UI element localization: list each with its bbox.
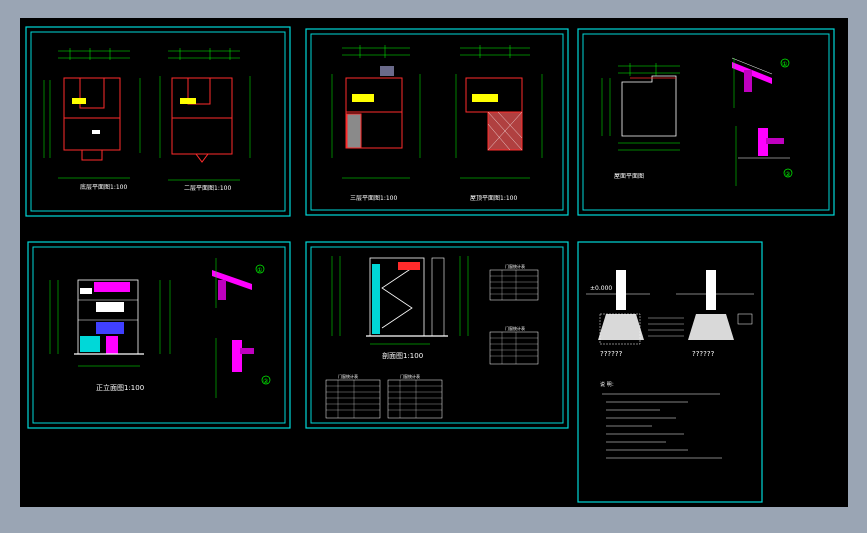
elevation-detail-marker-2: ② [263, 378, 269, 385]
svg-text:??????: ?????? [600, 350, 623, 358]
eave-detail-2: ② [735, 126, 793, 186]
elevation-detail-2: ② [215, 338, 271, 398]
eave-detail-1: ① [731, 57, 790, 108]
sheet-elevation[interactable]: 正立面图1:100 ① ② [27, 241, 291, 429]
ground-floor-plan-caption: 底层平面图1:100 [80, 183, 127, 191]
svg-text:门窗统计表: 门窗统计表 [338, 373, 358, 379]
sheet-section[interactable]: 剖面图1:100 门窗统计表 门窗统计表 门窗统计表 门窗统计表 [305, 241, 569, 429]
elevation-caption: 正立面图1:100 [96, 383, 144, 392]
svg-text:门窗统计表: 门窗统计表 [505, 325, 525, 331]
elevation-detail-marker-1: ① [257, 267, 262, 274]
door-window-table-1: 门窗统计表 [489, 263, 539, 301]
sheet-foundation-notes[interactable]: ±0.000 ?????? ?????? 说 明： [577, 241, 763, 503]
door-window-table-3: 门窗统计表 [325, 373, 381, 419]
ground-floor-plan: 底层平面图1:100 [43, 48, 141, 191]
roof-floor-plan-caption: 屋顶平面图1:100 [470, 195, 517, 202]
drawing-canvas[interactable]: 底层平面图1:100 二层平面图1:100 三层平面图1:100 屋顶平面图1:… [20, 18, 848, 507]
sheet-floor-plans-2[interactable]: 三层平面图1:100 屋顶平面图1:100 [305, 28, 569, 216]
notes-title: 说 明： [600, 381, 617, 388]
foundation-detail-2: ?????? [648, 270, 754, 358]
elevation-level-label: ±0.000 [590, 285, 612, 292]
svg-text:门窗统计表: 门窗统计表 [505, 263, 525, 269]
door-window-table-4: 门窗统计表 [387, 373, 443, 419]
detail-marker-2: ② [785, 171, 791, 178]
detail-marker-1: ① [782, 61, 787, 68]
third-floor-plan: 三层平面图1:100 [331, 45, 421, 202]
sheet-floor-plans-1[interactable]: 底层平面图1:100 二层平面图1:100 [25, 26, 291, 217]
elevation-detail-1: ① [212, 258, 265, 308]
cad-model-space[interactable]: 底层平面图1:100 二层平面图1:100 三层平面图1:100 屋顶平面图1:… [20, 18, 848, 507]
svg-text:门窗统计表: 门窗统计表 [400, 373, 420, 379]
roof-plan-caption: 屋面平面图 [614, 173, 644, 180]
door-window-table-2: 门窗统计表 [489, 325, 539, 365]
building-section: 剖面图1:100 [331, 256, 469, 360]
foundation-detail-1: ±0.000 ?????? [586, 270, 650, 358]
roof-floor-plan: 屋顶平面图1:100 [455, 45, 543, 202]
stair-fill [72, 98, 86, 104]
svg-text:??????: ?????? [692, 350, 715, 358]
third-floor-plan-caption: 三层平面图1:100 [350, 195, 397, 202]
second-floor-plan: 二层平面图1:100 [159, 48, 251, 192]
section-caption: 剖面图1:100 [382, 351, 423, 360]
front-elevation: 正立面图1:100 [49, 279, 171, 392]
design-notes: 说 明： [600, 381, 722, 459]
second-floor-plan-caption: 二层平面图1:100 [184, 185, 231, 192]
sheet-roof-details[interactable]: 屋面平面图 ① ② [577, 28, 835, 216]
